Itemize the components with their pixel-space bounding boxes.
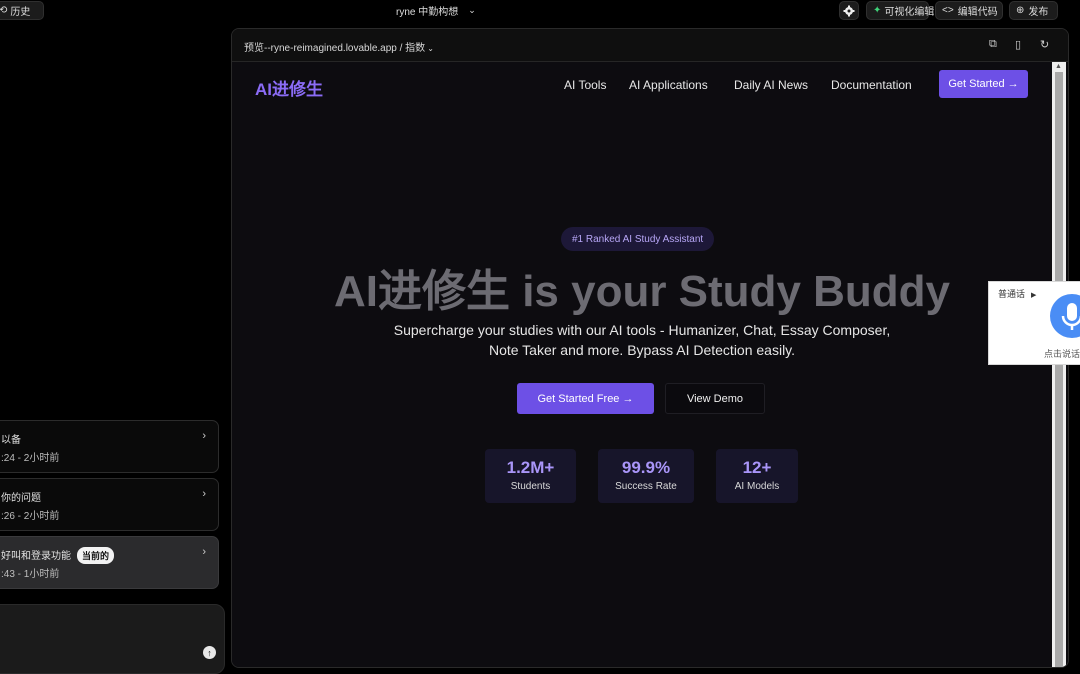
send-button[interactable]: ↑ xyxy=(203,646,216,659)
open-external-icon[interactable]: ⧉ xyxy=(989,38,997,51)
microphone-button[interactable] xyxy=(1050,294,1080,338)
history-item-title: 好叫和登录功能 xyxy=(1,551,71,562)
top-bar: ⟲ 历史 ryne 中勤构想 ⌄ ✦ 可视化编辑 <> 编辑代码 ⊕ 发布 xyxy=(0,0,1080,22)
refresh-icon[interactable]: ↻ xyxy=(1040,38,1049,51)
history-button[interactable]: ⟲ 历史 xyxy=(0,1,44,20)
project-name: ryne 中勤构想 xyxy=(396,7,459,18)
preview-scrollbar[interactable]: ▲ xyxy=(1052,62,1066,667)
preview-url-text: 预览--ryne-reimagined.lovable.app / 指数 xyxy=(244,43,426,54)
project-switcher[interactable]: ryne 中勤构想 ⌄ xyxy=(390,1,482,20)
site-logo[interactable]: AI进修生 xyxy=(255,75,323,100)
history-item[interactable]: 你的问题 :26 - 2小时前 › xyxy=(0,478,219,531)
hero-subtitle: Supercharge your studies with our AI too… xyxy=(393,322,891,358)
arrow-up-icon: ↑ xyxy=(207,647,212,658)
hero-badge: #1 Ranked AI Study Assistant xyxy=(561,227,715,251)
nav-link-daily-ai-news[interactable]: Daily AI News xyxy=(734,78,808,92)
chevron-down-icon: ⌄ xyxy=(468,5,476,15)
site-viewport: AI进修生 AI Tools AI Applications Daily AI … xyxy=(232,62,1052,667)
preview-panel: 预览--ryne-reimagined.lovable.app / 指数 ⌄ ⧉ … xyxy=(231,28,1069,668)
history-item-time: :26 - 2小时前 xyxy=(1,511,60,522)
globe-icon: ⊕ xyxy=(1016,5,1025,16)
caret-right-icon: ▶ xyxy=(1031,292,1037,299)
stat-value: 1.2M+ xyxy=(506,458,555,477)
preview-url-bar: 预览--ryne-reimagined.lovable.app / 指数 ⌄ ⧉ … xyxy=(232,29,1068,62)
history-item-title-row: 好叫和登录功能 当前的 xyxy=(1,547,115,564)
history-item-title: 你的问题 xyxy=(1,493,41,504)
hero-title: AI进修生 is your Study Buddy xyxy=(333,267,951,316)
view-demo-button[interactable]: View Demo xyxy=(665,383,765,414)
stat-card: 99.9% Success Rate xyxy=(598,449,694,503)
scrollbar-thumb[interactable] xyxy=(1055,72,1063,667)
history-item-current[interactable]: 好叫和登录功能 当前的 :43 - 1小时前 › xyxy=(0,536,219,589)
code-button[interactable]: <> 编辑代码 xyxy=(935,1,1003,20)
history-icon: ⟲ xyxy=(0,5,8,16)
preview-url[interactable]: 预览--ryne-reimagined.lovable.app / 指数 ⌄ xyxy=(244,39,434,54)
chevron-down-icon: ⌄ xyxy=(427,44,434,53)
stat-label: AI Models xyxy=(734,481,780,492)
code-icon: <> xyxy=(942,5,954,16)
language-selector[interactable]: 普通话 ▶ xyxy=(998,287,1036,300)
nav-link-ai-applications[interactable]: AI Applications xyxy=(629,78,708,92)
scroll-up-arrow-icon[interactable]: ▲ xyxy=(1055,63,1062,70)
publish-label: 发布 xyxy=(1028,7,1049,18)
history-item-time: :24 - 2小时前 xyxy=(1,453,60,464)
history-item-title: 以备 xyxy=(1,435,21,446)
current-badge: 当前的 xyxy=(77,547,115,564)
language-label: 普通话 xyxy=(998,289,1026,299)
get-started-free-button[interactable]: Get Started Free → xyxy=(517,383,654,414)
chat-input[interactable] xyxy=(0,604,225,674)
stat-label: Success Rate xyxy=(615,481,677,492)
nav-link-ai-tools[interactable]: AI Tools xyxy=(564,78,606,92)
code-label: 编辑代码 xyxy=(957,7,998,18)
history-item[interactable]: 以备 :24 - 2小时前 › xyxy=(0,420,219,473)
history-label: 历史 xyxy=(10,7,31,18)
chevron-right-icon: › xyxy=(202,546,206,558)
nav-link-documentation[interactable]: Documentation xyxy=(831,78,912,92)
voice-input-widget: 普通话 ▶ 点击说话 xyxy=(988,281,1080,365)
chevron-right-icon: › xyxy=(202,488,206,500)
publish-button[interactable]: ⊕ 发布 xyxy=(1009,1,1058,20)
settings-button[interactable] xyxy=(839,1,859,20)
sparkle-icon: ✦ xyxy=(873,5,882,16)
visual-edit-button[interactable]: ✦ 可视化编辑 xyxy=(866,1,934,20)
visual-edit-label: 可视化编辑 xyxy=(884,7,935,18)
chevron-right-icon: › xyxy=(202,430,206,442)
gear-icon xyxy=(843,5,855,16)
voice-hint: 点击说话 xyxy=(1044,349,1080,359)
history-item-time: :43 - 1小时前 xyxy=(1,569,60,580)
stat-card: 1.2M+ Students xyxy=(485,449,576,503)
stat-label: Students xyxy=(510,481,551,492)
stat-card: 12+ AI Models xyxy=(716,449,798,503)
nav-get-started-button[interactable]: Get Started → xyxy=(939,70,1028,98)
microphone-icon xyxy=(1061,303,1080,330)
mobile-view-icon[interactable]: ▯ xyxy=(1015,38,1021,51)
stat-value: 99.9% xyxy=(621,458,671,477)
stat-value: 12+ xyxy=(742,458,772,477)
